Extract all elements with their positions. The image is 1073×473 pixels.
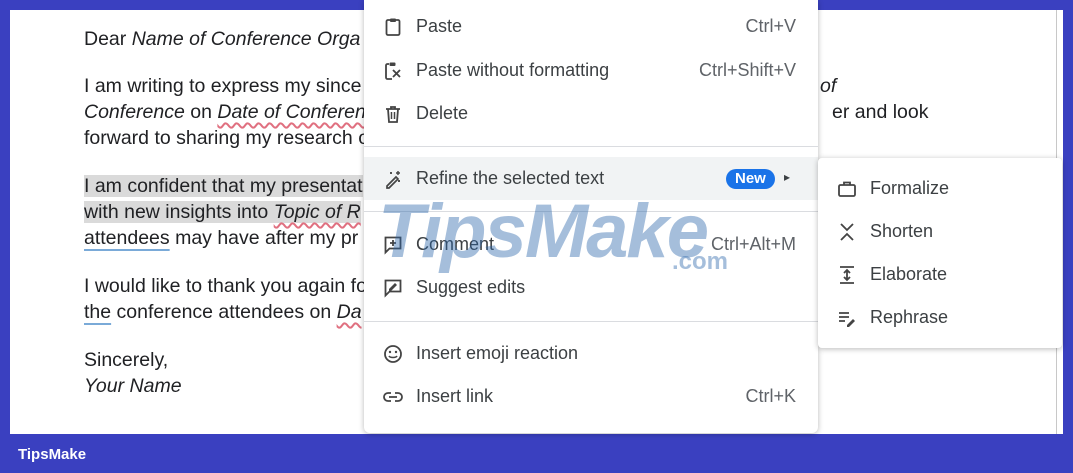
new-badge: New [726,169,775,189]
menu-item-shortcut: Ctrl+V [745,16,796,36]
submenu-item-elaborate[interactable]: Elaborate [818,253,1062,296]
refine-submenu: Formalize Shorten Elaborate Rephrase [818,158,1062,348]
magic-pen-icon [382,168,404,190]
submenu-item-label: Rephrase [870,307,949,327]
paragraph-3-line-2: the conference attendees on Da [84,301,362,323]
emoji-icon [382,343,404,365]
paragraph-1-line-2-tail: er and look [832,101,929,123]
paste-no-format-icon [382,60,404,82]
submenu-item-label: Elaborate [870,264,948,284]
menu-item-shortcut: Ctrl+K [745,386,796,406]
menu-item-paste[interactable]: Paste Ctrl+V [364,5,818,48]
submenu-item-shorten[interactable]: Shorten [818,210,1062,253]
submenu-item-rephrase[interactable]: Rephrase [818,296,1062,339]
watermark-logo: TipsMake [378,189,709,274]
rephrase-icon [836,307,858,329]
menu-item-label: Paste [416,16,463,36]
paragraph-1-line-2: Conference on Date of Conferen [84,101,366,123]
link-icon [382,386,404,408]
paragraph-2-line-3: attendees may have after my pr [84,227,359,249]
paragraph-1-line-1-tail: of [820,75,837,97]
signature-line: Your Name [84,375,182,397]
submenu-item-formalize[interactable]: Formalize [818,167,1062,210]
suggest-edit-icon [382,277,404,299]
watermark-suffix: .com [672,248,729,275]
menu-divider [364,146,818,147]
shorten-icon [836,221,858,243]
menu-item-insert-emoji-reaction[interactable]: Insert emoji reaction [364,332,818,375]
menu-item-label: Delete [416,103,469,123]
greeting-line: Dear Name of Conference Orga [84,28,361,50]
menu-item-label: Suggest edits [416,277,526,297]
submenu-item-label: Formalize [870,178,950,198]
briefcase-icon [836,178,858,200]
menu-item-paste-without-formatting[interactable]: Paste without formatting Ctrl+Shift+V [364,49,818,92]
paragraph-3-line-1: I would like to thank you again fo [84,275,367,297]
footer-brand: TipsMake [18,446,87,463]
paragraph-2-line-2: with new insights into Topic of R [84,201,361,223]
menu-item-label: Insert emoji reaction [416,343,579,363]
paragraph-1-line-1: I am writing to express my since [84,75,362,97]
paragraph-1-line-3: forward to sharing my research o [84,127,370,149]
submenu-item-label: Shorten [870,221,934,241]
trash-icon [382,103,404,125]
menu-item-delete[interactable]: Delete [364,92,818,135]
submenu-arrow-icon: ▸ [784,170,791,184]
menu-divider [364,321,818,322]
menu-item-shortcut: Ctrl+Shift+V [698,60,796,80]
clipboard-icon [382,16,404,38]
paragraph-2-line-1: I am confident that my presentat [84,175,363,197]
menu-item-label: Refine the selected text [416,168,605,188]
closing-line: Sincerely, [84,349,169,371]
elaborate-icon [836,264,858,286]
menu-item-label: Paste without formatting [416,60,610,80]
menu-item-insert-link[interactable]: Insert link Ctrl+K [364,375,818,418]
menu-item-label: Insert link [416,386,494,406]
